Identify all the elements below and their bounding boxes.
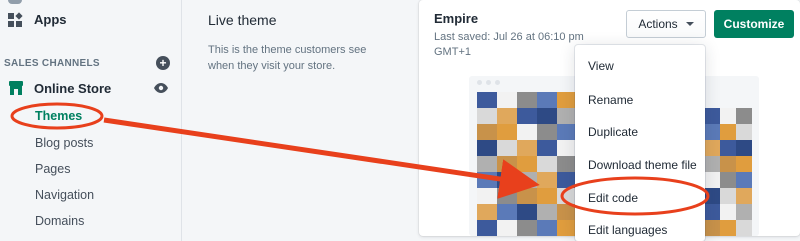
menu-item-edit-languages[interactable]: Edit languages <box>588 223 667 237</box>
menu-item-duplicate[interactable]: Duplicate <box>588 125 638 139</box>
caret-down-icon <box>685 22 694 26</box>
actions-button[interactable]: Actions <box>626 10 706 38</box>
theme-preview-image-mobile <box>704 108 752 236</box>
sidebar-item-label: Online Store <box>34 80 112 96</box>
browser-dots <box>477 80 500 85</box>
sidebar-item-pages[interactable]: Pages <box>35 162 70 176</box>
menu-item-view[interactable]: View <box>588 59 614 73</box>
eye-icon[interactable] <box>154 83 168 93</box>
nav-item-icon-partial <box>8 0 22 4</box>
sidebar: Apps SALES CHANNELS + Online Store Theme… <box>0 0 182 241</box>
section-description: This is the theme customers see when the… <box>208 44 367 72</box>
sidebar-item-navigation[interactable]: Navigation <box>35 188 94 202</box>
menu-item-download-theme-file[interactable]: Download theme file <box>588 158 697 172</box>
apps-grid-icon <box>8 11 23 27</box>
sidebar-item-blog-posts[interactable]: Blog posts <box>35 136 93 150</box>
actions-button-label: Actions <box>638 17 678 31</box>
menu-item-edit-code[interactable]: Edit code <box>588 191 638 205</box>
sales-channels-label: SALES CHANNELS <box>4 57 100 69</box>
actions-menu: View Rename Duplicate Download theme fil… <box>575 45 705 241</box>
plus-circle-icon[interactable]: + <box>156 56 170 70</box>
sidebar-item-domains[interactable]: Domains <box>35 214 84 228</box>
sidebar-item-online-store[interactable]: Online Store <box>8 80 168 96</box>
sidebar-item-themes[interactable]: Themes <box>35 109 82 123</box>
sidebar-item-label: Apps <box>34 12 67 27</box>
customize-button[interactable]: Customize <box>714 10 794 38</box>
theme-preview-image <box>477 92 577 236</box>
menu-item-rename[interactable]: Rename <box>588 93 633 107</box>
section-title: Live theme <box>208 12 277 28</box>
sales-channels-header: SALES CHANNELS + <box>4 56 170 70</box>
sidebar-item-apps[interactable]: Apps <box>8 11 67 27</box>
store-icon <box>9 81 23 95</box>
theme-name: Empire <box>434 11 479 26</box>
